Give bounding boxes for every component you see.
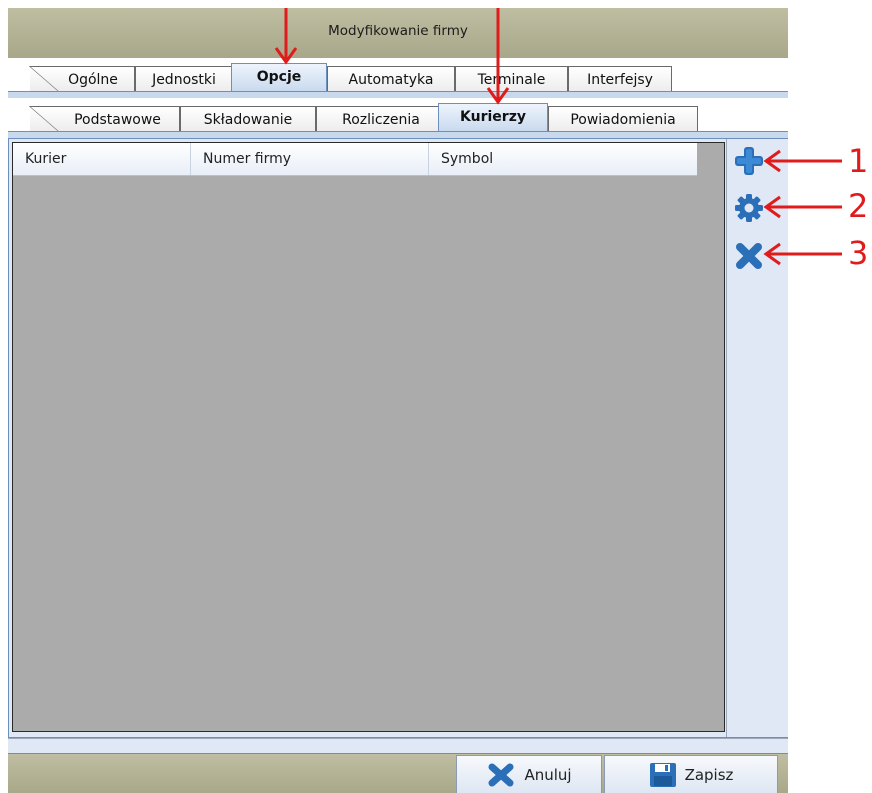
tab-podstawowe[interactable]: Podstawowe: [29, 106, 180, 132]
annotation-number-2: 2: [848, 187, 869, 225]
delete-courier-button[interactable]: [732, 239, 766, 273]
x-icon: [736, 243, 762, 269]
annotation-number-3: 3: [848, 234, 869, 272]
column-header-numer-firmy[interactable]: Numer firmy: [191, 143, 429, 175]
add-courier-button[interactable]: [732, 144, 766, 178]
grid-header: Kurier Numer firmy Symbol: [13, 143, 697, 176]
plus-icon: [735, 147, 763, 175]
tab-terminale[interactable]: Terminale: [455, 66, 568, 92]
tab-label: Opcje: [256, 69, 302, 85]
gear-icon: [735, 194, 763, 222]
floppy-disk-icon: [649, 763, 676, 787]
tab-opcje[interactable]: Opcje: [231, 63, 327, 92]
tab-kurierzy[interactable]: Kurierzy: [438, 103, 548, 132]
tabbar-strip: [8, 91, 788, 98]
tab-automatyka[interactable]: Automatyka: [327, 66, 455, 92]
side-action-panel: [726, 139, 788, 737]
title-bar: Modyfikowanie firmy: [8, 8, 788, 59]
window-title: Modyfikowanie firmy: [328, 23, 468, 39]
cancel-button-label: Anuluj: [524, 766, 572, 784]
tab-label: Ogólne: [68, 72, 118, 88]
column-header-kurier[interactable]: Kurier: [13, 143, 191, 175]
tab-label: Składowanie: [203, 112, 293, 128]
tab-jednostki[interactable]: Jednostki: [135, 66, 233, 92]
edit-courier-button[interactable]: [732, 191, 766, 225]
footer-strip: [8, 738, 788, 754]
tab-skladowanie[interactable]: Składowanie: [180, 106, 316, 132]
tab-powiadomienia[interactable]: Powiadomienia: [548, 106, 698, 132]
sub-tabbar: Podstawowe Składowanie Rozliczenia Kurie…: [8, 98, 788, 138]
tab-ogolne[interactable]: Ogólne: [29, 66, 135, 92]
tab-label: Podstawowe: [74, 112, 161, 128]
tab-label: Terminale: [477, 72, 546, 88]
tab-label: Jednostki: [152, 72, 216, 88]
couriers-grid[interactable]: Kurier Numer firmy Symbol: [12, 142, 725, 732]
tab-label: Interfejsy: [587, 72, 653, 88]
tabbar-strip: [8, 131, 788, 138]
tab-interfejsy[interactable]: Interfejsy: [568, 66, 672, 92]
save-button-label: Zapisz: [684, 766, 734, 784]
tab-rozliczenia[interactable]: Rozliczenia: [316, 106, 446, 132]
tab-label: Powiadomienia: [570, 112, 676, 128]
tab-content-panel: Kurier Numer firmy Symbol: [8, 138, 788, 738]
save-button[interactable]: Zapisz: [604, 755, 778, 793]
cancel-x-icon: [488, 763, 514, 787]
tab-label: Rozliczenia: [342, 112, 420, 128]
cancel-button[interactable]: Anuluj: [456, 755, 602, 793]
tab-label: Automatyka: [348, 72, 434, 88]
dialog-window: Modyfikowanie firmy Ogólne Jednostki Opc…: [8, 8, 788, 793]
main-tabbar: Ogólne Jednostki Opcje Automatyka Termin…: [8, 58, 788, 98]
bottom-bar: Anuluj Zapisz: [8, 753, 788, 793]
tab-label: Kurierzy: [460, 109, 526, 125]
annotation-number-1: 1: [848, 142, 869, 180]
column-header-symbol[interactable]: Symbol: [429, 143, 697, 175]
